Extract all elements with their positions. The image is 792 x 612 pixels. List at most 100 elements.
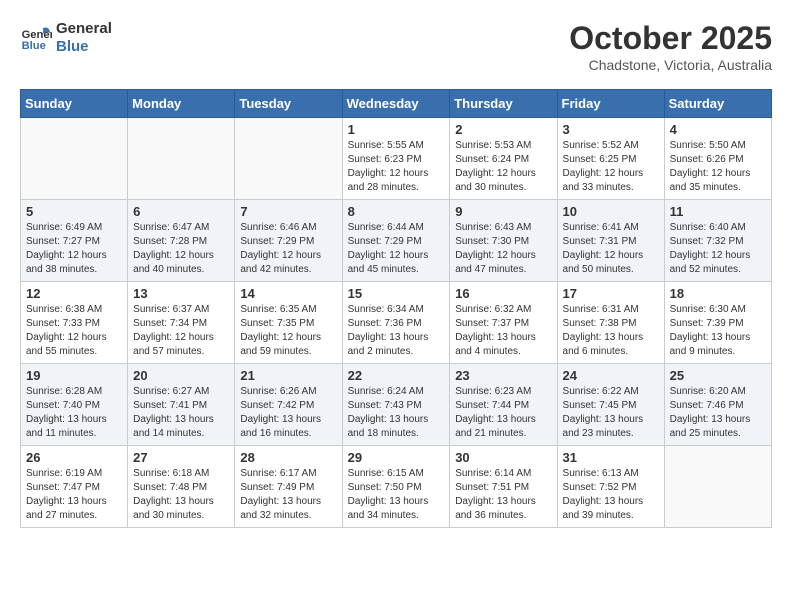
day-number: 6: [133, 204, 229, 219]
calendar-cell: 1Sunrise: 5:55 AM Sunset: 6:23 PM Daylig…: [342, 118, 450, 200]
calendar-cell: 7 Sunrise: 6:46 AM Sunset: 7:29 PM Daylig…: [235, 200, 342, 282]
cell-content: Sunrise: 6:15 AM Sunset: 7:50 PM Dayligh…: [348, 467, 445, 523]
day-number: 20: [133, 368, 229, 383]
calendar-cell: 8 Sunrise: 6:44 AM Sunset: 7:29 PM Daylig…: [342, 200, 450, 282]
day-number: 7: [240, 204, 336, 219]
calendar-cell: 21 Sunrise: 6:26 AM Sunset: 7:42 PM Dayli…: [235, 364, 342, 446]
day-number: 16: [455, 286, 551, 301]
calendar-cell: 27 Sunrise: 6:18 AM Sunset: 7:48 PM Dayli…: [128, 446, 235, 528]
day-header-thursday: Thursday: [450, 90, 557, 118]
cell-content: Sunrise: 6:43 AM Sunset: 7:30 PM Dayligh…: [455, 221, 551, 277]
cell-content: Sunrise: 6:40 AM Sunset: 7:32 PM Dayligh…: [670, 221, 766, 277]
cell-content: Sunrise: 6:13 AM Sunset: 7:52 PM Dayligh…: [563, 467, 659, 523]
calendar-cell: 5 Sunrise: 6:49 AM Sunset: 7:27 PM Daylig…: [21, 200, 128, 282]
day-header-sunday: Sunday: [21, 90, 128, 118]
day-number: 8: [348, 204, 445, 219]
cell-content: Sunrise: 6:46 AM Sunset: 7:29 PM Dayligh…: [240, 221, 336, 277]
calendar-cell: 30 Sunrise: 6:14 AM Sunset: 7:51 PM Dayli…: [450, 446, 557, 528]
calendar-week-row: 5 Sunrise: 6:49 AM Sunset: 7:27 PM Daylig…: [21, 200, 772, 282]
day-number: 10: [563, 204, 659, 219]
cell-content: Sunrise: 6:31 AM Sunset: 7:38 PM Dayligh…: [563, 303, 659, 359]
day-header-monday: Monday: [128, 90, 235, 118]
calendar-cell: 26Sunrise: 6:19 AM Sunset: 7:47 PM Dayli…: [21, 446, 128, 528]
day-number: 24: [563, 368, 659, 383]
day-number: 28: [240, 450, 336, 465]
cell-content: Sunrise: 6:38 AM Sunset: 7:33 PM Dayligh…: [26, 303, 122, 359]
day-number: 5: [26, 204, 122, 219]
calendar-cell: 31Sunrise: 6:13 AM Sunset: 7:52 PM Dayli…: [557, 446, 664, 528]
logo-icon: General Blue: [20, 22, 52, 54]
day-number: 18: [670, 286, 766, 301]
cell-content: Sunrise: 6:41 AM Sunset: 7:31 PM Dayligh…: [563, 221, 659, 277]
cell-content: Sunrise: 6:32 AM Sunset: 7:37 PM Dayligh…: [455, 303, 551, 359]
cell-content: Sunrise: 6:28 AM Sunset: 7:40 PM Dayligh…: [26, 385, 122, 441]
day-number: 25: [670, 368, 766, 383]
day-number: 30: [455, 450, 551, 465]
day-header-wednesday: Wednesday: [342, 90, 450, 118]
cell-content: Sunrise: 6:37 AM Sunset: 7:34 PM Dayligh…: [133, 303, 229, 359]
cell-content: Sunrise: 6:44 AM Sunset: 7:29 PM Dayligh…: [348, 221, 445, 277]
logo: General Blue General Blue: [20, 20, 112, 56]
cell-content: Sunrise: 6:34 AM Sunset: 7:36 PM Dayligh…: [348, 303, 445, 359]
calendar-cell: 24 Sunrise: 6:22 AM Sunset: 7:45 PM Dayli…: [557, 364, 664, 446]
cell-content: Sunrise: 6:35 AM Sunset: 7:35 PM Dayligh…: [240, 303, 336, 359]
day-number: 2: [455, 122, 551, 137]
cell-content: Sunrise: 5:50 AM Sunset: 6:26 PM Dayligh…: [670, 139, 766, 195]
day-number: 27: [133, 450, 229, 465]
cell-content: Sunrise: 5:52 AM Sunset: 6:25 PM Dayligh…: [563, 139, 659, 195]
calendar-week-row: 26Sunrise: 6:19 AM Sunset: 7:47 PM Dayli…: [21, 446, 772, 528]
day-number: 21: [240, 368, 336, 383]
calendar-cell: 10 Sunrise: 6:41 AM Sunset: 7:31 PM Dayli…: [557, 200, 664, 282]
calendar-cell: 20 Sunrise: 6:27 AM Sunset: 7:41 PM Dayli…: [128, 364, 235, 446]
day-number: 26: [26, 450, 122, 465]
month-title: October 2025: [569, 20, 772, 57]
calendar-cell: 28 Sunrise: 6:17 AM Sunset: 7:49 PM Dayli…: [235, 446, 342, 528]
calendar-week-row: 12Sunrise: 6:38 AM Sunset: 7:33 PM Dayli…: [21, 282, 772, 364]
svg-text:Blue: Blue: [22, 40, 46, 52]
calendar-cell: 9 Sunrise: 6:43 AM Sunset: 7:30 PM Daylig…: [450, 200, 557, 282]
page-header: General Blue General Blue October 2025 C…: [20, 20, 772, 73]
calendar-cell: 23Sunrise: 6:23 AM Sunset: 7:44 PM Dayli…: [450, 364, 557, 446]
cell-content: Sunrise: 6:27 AM Sunset: 7:41 PM Dayligh…: [133, 385, 229, 441]
day-number: 29: [348, 450, 445, 465]
logo-line2: Blue: [56, 38, 112, 56]
cell-content: Sunrise: 6:24 AM Sunset: 7:43 PM Dayligh…: [348, 385, 445, 441]
day-number: 4: [670, 122, 766, 137]
day-number: 9: [455, 204, 551, 219]
calendar-cell: 4 Sunrise: 5:50 AM Sunset: 6:26 PM Daylig…: [664, 118, 771, 200]
day-number: 14: [240, 286, 336, 301]
day-number: 17: [563, 286, 659, 301]
location-subtitle: Chadstone, Victoria, Australia: [569, 57, 772, 73]
cell-content: Sunrise: 6:22 AM Sunset: 7:45 PM Dayligh…: [563, 385, 659, 441]
day-number: 22: [348, 368, 445, 383]
calendar-cell: 11 Sunrise: 6:40 AM Sunset: 7:32 PM Dayli…: [664, 200, 771, 282]
calendar-cell: [664, 446, 771, 528]
calendar-cell: 13Sunrise: 6:37 AM Sunset: 7:34 PM Dayli…: [128, 282, 235, 364]
calendar-cell: 18 Sunrise: 6:30 AM Sunset: 7:39 PM Dayli…: [664, 282, 771, 364]
calendar-cell: 3Sunrise: 5:52 AM Sunset: 6:25 PM Daylig…: [557, 118, 664, 200]
day-number: 15: [348, 286, 445, 301]
cell-content: Sunrise: 6:26 AM Sunset: 7:42 PM Dayligh…: [240, 385, 336, 441]
day-number: 11: [670, 204, 766, 219]
calendar-header-row: SundayMondayTuesdayWednesdayThursdayFrid…: [21, 90, 772, 118]
day-header-saturday: Saturday: [664, 90, 771, 118]
cell-content: Sunrise: 6:17 AM Sunset: 7:49 PM Dayligh…: [240, 467, 336, 523]
day-number: 19: [26, 368, 122, 383]
calendar-cell: 16 Sunrise: 6:32 AM Sunset: 7:37 PM Dayli…: [450, 282, 557, 364]
cell-content: Sunrise: 6:14 AM Sunset: 7:51 PM Dayligh…: [455, 467, 551, 523]
calendar-cell: 12Sunrise: 6:38 AM Sunset: 7:33 PM Dayli…: [21, 282, 128, 364]
cell-content: Sunrise: 6:47 AM Sunset: 7:28 PM Dayligh…: [133, 221, 229, 277]
calendar-cell: 19 Sunrise: 6:28 AM Sunset: 7:40 PM Dayli…: [21, 364, 128, 446]
calendar-table: SundayMondayTuesdayWednesdayThursdayFrid…: [20, 89, 772, 528]
calendar-week-row: 19 Sunrise: 6:28 AM Sunset: 7:40 PM Dayli…: [21, 364, 772, 446]
title-section: October 2025 Chadstone, Victoria, Austra…: [569, 20, 772, 73]
calendar-cell: 22 Sunrise: 6:24 AM Sunset: 7:43 PM Dayli…: [342, 364, 450, 446]
calendar-cell: 15 Sunrise: 6:34 AM Sunset: 7:36 PM Dayli…: [342, 282, 450, 364]
day-header-tuesday: Tuesday: [235, 90, 342, 118]
cell-content: Sunrise: 5:53 AM Sunset: 6:24 PM Dayligh…: [455, 139, 551, 195]
calendar-week-row: 1Sunrise: 5:55 AM Sunset: 6:23 PM Daylig…: [21, 118, 772, 200]
cell-content: Sunrise: 6:49 AM Sunset: 7:27 PM Dayligh…: [26, 221, 122, 277]
day-number: 23: [455, 368, 551, 383]
cell-content: Sunrise: 6:18 AM Sunset: 7:48 PM Dayligh…: [133, 467, 229, 523]
cell-content: Sunrise: 6:30 AM Sunset: 7:39 PM Dayligh…: [670, 303, 766, 359]
